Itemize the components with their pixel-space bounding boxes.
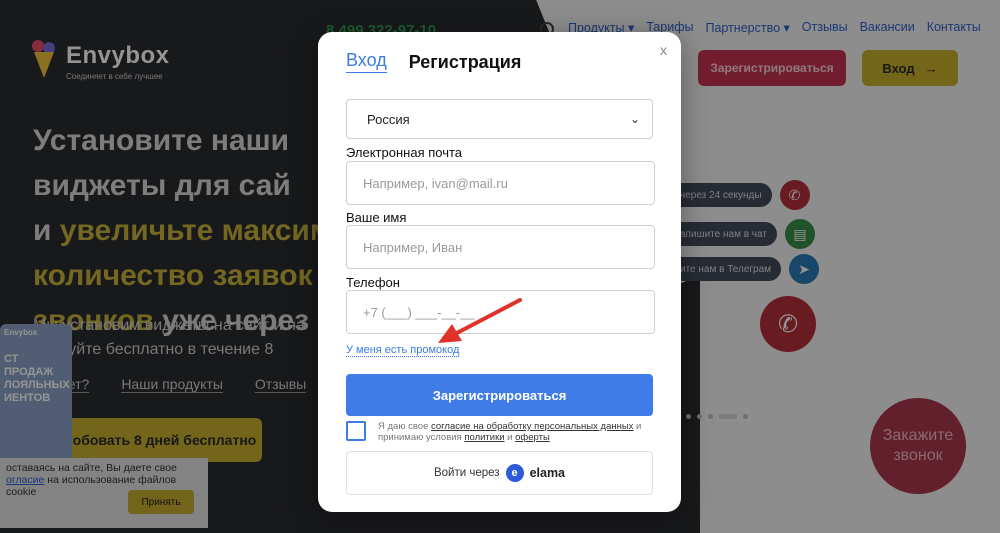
elama-name: elama: [529, 466, 566, 480]
consent-checkbox[interactable]: [346, 421, 366, 441]
name-label: Ваше имя: [346, 210, 407, 225]
registration-modal: x Вход Регистрация Россия ⌄ Электронная …: [318, 32, 681, 512]
elama-prefix: Войти через: [433, 467, 500, 479]
register-submit-button[interactable]: Зарегистрироваться: [346, 374, 653, 416]
close-icon[interactable]: x: [660, 42, 667, 58]
promo-code-link[interactable]: У меня есть промокод: [346, 344, 460, 357]
elama-login-button[interactable]: Войти через e elama: [346, 451, 653, 495]
chevron-down-icon: ⌄: [629, 112, 640, 126]
personal-data-link[interactable]: согласие на обработку персональных данны…: [431, 421, 633, 432]
policy-link[interactable]: политики: [464, 432, 504, 443]
consent-text-3: и: [504, 432, 516, 443]
consent-text: Я даю свое согласие на обработку персона…: [378, 421, 658, 443]
name-field[interactable]: Например, Иван: [346, 225, 655, 269]
phone-label: Телефон: [346, 275, 400, 290]
offer-link[interactable]: оферты: [515, 432, 550, 443]
phone-field[interactable]: +7 (___) ___-__-__: [346, 290, 655, 334]
tab-register[interactable]: Регистрация: [409, 52, 522, 73]
consent-text-1: Я даю свое: [378, 421, 431, 432]
tab-login[interactable]: Вход: [346, 50, 387, 73]
email-field[interactable]: Например, ivan@mail.ru: [346, 161, 655, 205]
country-select-value: Россия: [367, 111, 410, 127]
email-label: Электронная почта: [346, 145, 463, 160]
auth-tabs: Вход Регистрация: [346, 50, 521, 73]
elama-icon: e: [505, 464, 524, 482]
country-select[interactable]: Россия ⌄: [346, 99, 653, 139]
